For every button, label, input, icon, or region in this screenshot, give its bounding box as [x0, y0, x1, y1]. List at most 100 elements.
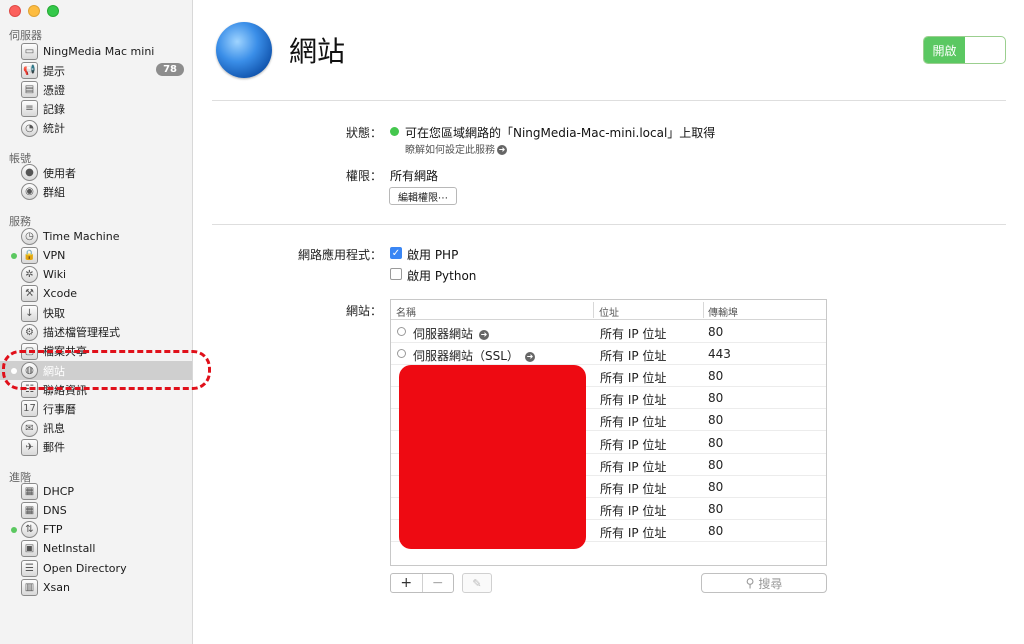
sidebar-item-log[interactable]: ≡ 記錄 [0, 99, 192, 118]
sidebar-item-mac-mini[interactable]: ▭ NingMedia Mac mini [0, 42, 192, 61]
sidebar-item-label: 快取 [43, 307, 65, 321]
megaphone-icon: 📢 [21, 62, 38, 80]
user-icon: ● [21, 164, 38, 181]
search-field[interactable]: ⚲ 搜尋 [701, 573, 827, 593]
profile-manager-icon: ⚙ [21, 323, 38, 341]
edit-permissions-button[interactable]: 編輯權限⋯ [389, 187, 457, 205]
arrow-circle-icon[interactable]: ➜ [524, 351, 535, 362]
site-status-radio [397, 349, 406, 359]
minimize-window-button[interactable] [28, 5, 40, 17]
php-checkbox[interactable]: ✓ [390, 247, 402, 259]
sidebar-item-netinstall[interactable]: ▣ NetInstall [0, 539, 192, 558]
zoom-window-button[interactable] [47, 5, 59, 17]
site-address: 所有 IP 位址 [600, 459, 667, 474]
certificate-icon: ▤ [21, 81, 38, 99]
sidebar-item-certificate[interactable]: ▤ 憑證 [0, 80, 192, 99]
sidebar-item-cache[interactable]: ↓ 快取 [0, 304, 192, 323]
search-icon: ⚲ [745, 576, 755, 590]
time-machine-icon: ◷ [21, 228, 38, 245]
site-address: 所有 IP 位址 [600, 327, 667, 341]
sidebar: 伺服器 ▭ NingMedia Mac mini 📢 提示 78 ▤ 憑證 ≡ 記錄 ◔ 統計 帳號 ● 使… [0, 0, 211, 644]
main-panel: 網站 開啟 狀態： 可在您區域網路的「NingMedia-Mac-mini.lo… [194, 0, 1024, 644]
arrow-circle-icon[interactable]: ➜ [479, 329, 490, 340]
sidebar-item-xsan[interactable]: ▥ Xsan [0, 578, 192, 597]
sidebar-item-label: 訊息 [43, 422, 65, 435]
learn-setup-link-text: 瞭解如何設定此服務 [405, 145, 495, 156]
sidebar-item-label: DHCP [43, 485, 75, 498]
sidebar-item-open-directory[interactable]: ☰ Open Directory [0, 559, 192, 578]
sidebar-item-label: Xcode [43, 287, 78, 301]
sidebar-item-mail[interactable]: ✈ 郵件 [0, 438, 192, 457]
site-address: 所有 IP 位址 [600, 371, 667, 386]
python-checkbox[interactable] [390, 268, 402, 280]
python-label: 啟用 Python [407, 269, 477, 283]
webapps-label: 網路應用程式： [297, 248, 382, 262]
page-title: 網站 [289, 35, 346, 68]
sidebar-item-time-machine[interactable]: ◷ Time Machine [0, 227, 192, 246]
site-address: 所有 IP 位址 [600, 349, 667, 364]
divider [212, 100, 1006, 101]
active-status-dot [11, 252, 17, 259]
sidebar-item-calendar[interactable]: 17 行事曆 [0, 399, 192, 418]
active-status-dot [11, 526, 17, 533]
permissions-value: 所有網路 [390, 169, 439, 183]
site-port: 80 [708, 501, 724, 516]
mail-icon: ✈ [21, 438, 38, 456]
site-address: 所有 IP 位址 [600, 525, 667, 540]
group-icon: ◉ [21, 183, 38, 201]
sidebar-item-label: NingMedia Mac mini [43, 45, 155, 58]
site-address: 所有 IP 位址 [600, 481, 667, 496]
table-row[interactable]: 伺服器網站（SSL） ➜ 所有 IP 位址 443 [391, 343, 826, 366]
mac-mini-icon: ▭ [21, 43, 38, 60]
highlight-annotation [2, 350, 211, 390]
sidebar-item-label: 描述檔管理程式 [43, 326, 120, 340]
remove-site-button[interactable]: − [421, 574, 454, 592]
sidebar-item-profile-manager[interactable]: ⚙ 描述檔管理程式 [0, 323, 192, 342]
sidebar-item-label: 行事曆 [43, 402, 76, 416]
sidebar-item-label: 郵件 [43, 441, 65, 455]
sidebar-item-wiki[interactable]: ✲ Wiki [0, 265, 192, 284]
window-controls [9, 5, 59, 17]
sidebar-item-dhcp[interactable]: ▦ DHCP [0, 482, 192, 501]
site-name: 伺服器網站（SSL） ➜ [413, 349, 535, 364]
site-address: 所有 IP 位址 [600, 437, 667, 452]
wiki-icon: ✲ [21, 266, 38, 284]
sidebar-item-label: VPN [43, 249, 66, 263]
alert-count-badge: 78 [156, 63, 184, 77]
column-separator [593, 302, 594, 318]
site-address: 所有 IP 位址 [600, 415, 667, 430]
column-header-port[interactable]: 傳輸埠 [708, 304, 738, 319]
sidebar-item-megaphone[interactable]: 📢 提示 78 [0, 61, 192, 80]
sidebar-item-group[interactable]: ◉ 群組 [0, 182, 192, 201]
learn-setup-link[interactable]: 瞭解如何設定此服務 ➜ [405, 141, 507, 156]
dhcp-icon: ▦ [21, 483, 38, 500]
status-label: 狀態： [345, 126, 382, 140]
service-toggle[interactable]: 開啟 [923, 36, 1006, 64]
add-remove-control: + − [390, 573, 454, 593]
status-indicator [390, 127, 399, 136]
sidebar-item-xcode[interactable]: ⚒ Xcode [0, 284, 192, 303]
column-header-address[interactable]: 位址 [599, 304, 619, 319]
site-port: 80 [708, 523, 724, 538]
sidebar-item-messages[interactable]: ✉ 訊息 [0, 419, 192, 438]
sidebar-item-user[interactable]: ● 使用者 [0, 163, 192, 182]
sidebar-item-label: DNS [43, 504, 67, 518]
xsan-icon: ▥ [21, 578, 38, 596]
site-port: 80 [708, 369, 724, 384]
add-site-button[interactable]: + [391, 574, 422, 592]
sidebar-item-dns[interactable]: ▦ DNS [0, 501, 192, 520]
edit-site-button[interactable]: ✎ [462, 573, 492, 593]
sidebar-item-vpn-lock[interactable]: 🔒 VPN [0, 246, 192, 265]
close-window-button[interactable] [9, 5, 21, 17]
sidebar-item-label: FTP [43, 523, 63, 537]
column-header-name[interactable]: 名稱 [396, 304, 416, 319]
globe-icon [216, 22, 272, 78]
sidebar-item-ftp[interactable]: ⇅ FTP [0, 520, 192, 539]
sidebar-item-label: 提示 [43, 64, 65, 78]
log-icon: ≡ [21, 100, 38, 118]
vpn-lock-icon: 🔒 [21, 247, 38, 265]
sidebar-item-label: Time Machine [43, 230, 120, 243]
status-text: 可在您區域網路的「NingMedia-Mac-mini.local」上取得 [405, 126, 716, 140]
table-row[interactable]: 伺服器網站 ➜ 所有 IP 位址 80 [391, 321, 826, 343]
sidebar-item-stats[interactable]: ◔ 統計 [0, 119, 192, 138]
